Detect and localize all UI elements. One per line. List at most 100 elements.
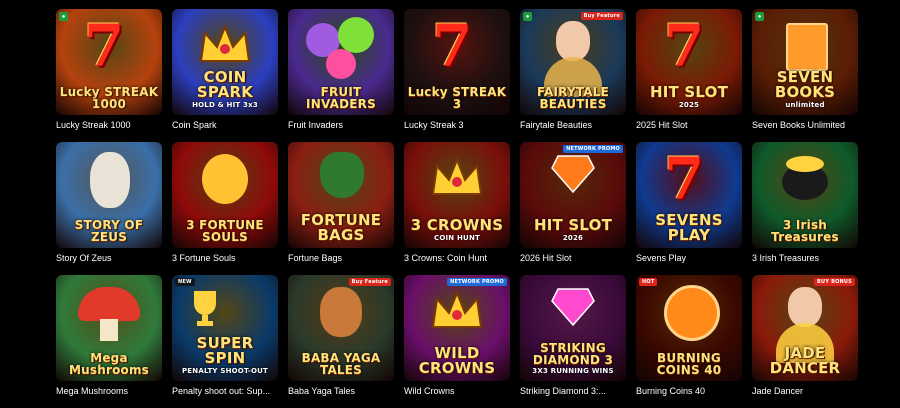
game-logo-subtext: unlimited [785,101,825,109]
game-title[interactable]: Fortune Bags [288,253,394,264]
game-logo-text: STORY OF ZEUS [74,218,144,244]
game-tile[interactable]: 3 FORTUNE SOULS 3 Fortune Souls [172,142,278,275]
game-logo: SUPER SPIN PENALTY SHOOT-OUT [172,336,278,381]
game-logo-text: Lucky STREAK 1000 [59,85,159,111]
coin-icon [664,285,720,341]
game-tile[interactable]: HOT BURNING COINS 40 Burning Coins 40 [636,275,742,408]
game-title[interactable]: 2026 Hit Slot [520,253,626,264]
game-logo: SEVENS PLAY [636,213,742,248]
game-thumbnail[interactable]: FORTUNE BAGS [288,142,394,248]
game-title[interactable]: Striking Diamond 3:... [520,386,626,397]
game-thumbnail[interactable]: 7 ● Lucky STREAK 1000 [56,9,162,115]
game-logo-text: BURNING COINS 40 [656,351,722,377]
game-tile[interactable]: 3 Irish Treasures 3 Irish Treasures [752,142,858,275]
game-thumbnail[interactable]: Buy Feature BABA YAGA TALES [288,275,394,381]
game-title[interactable]: 3 Crowns: Coin Hunt [404,253,510,264]
gold-coins [786,156,824,172]
provider-tag-icon: ● [755,12,764,21]
game-title[interactable]: Wild Crowns [404,386,510,397]
gem-icon [551,155,595,194]
game-title[interactable]: 2025 Hit Slot [636,120,742,131]
game-tile[interactable]: FRUIT INVADERS Fruit Invaders [288,9,394,142]
game-logo-text: Lucky STREAK 3 [407,85,507,111]
game-thumbnail[interactable]: BUY BONUS JADE DANCER [752,275,858,381]
seven-icon: 7 [664,12,705,80]
game-title[interactable]: Coin Spark [172,120,278,131]
game-title[interactable]: Mega Mushrooms [56,386,162,397]
game-title[interactable]: Seven Books Unlimited [752,120,858,131]
game-tile[interactable]: STRIKING DIAMOND 3 3X3 RUNNING WINS Striki… [520,275,626,408]
game-tile[interactable]: FORTUNE BAGS Fortune Bags [288,142,394,275]
game-tile[interactable]: NETWORK PROMO HIT SLOT 2026 2026 Hit Slot [520,142,626,275]
games-grid: 7 ● Lucky STREAK 1000 Lucky Streak 1000 COIN… [56,9,858,408]
game-thumbnail[interactable]: HOT BURNING COINS 40 [636,275,742,381]
game-thumbnail[interactable]: FRUIT INVADERS [288,9,394,115]
game-tile[interactable]: 3 CROWNS COIN HUNT 3 Crowns: Coin Hunt [404,142,510,275]
game-badge: HOT [639,278,658,286]
game-logo-subtext: 3X3 RUNNING WINS [532,367,614,375]
witch-icon [320,287,362,337]
game-tile[interactable]: COIN SPARK HOLD & HIT 3x3 Coin Spark [172,9,278,142]
game-thumbnail[interactable]: STORY OF ZEUS [56,142,162,248]
character-icon [556,21,590,61]
game-thumbnail[interactable]: STRIKING DIAMOND 3 3X3 RUNNING WINS [520,275,626,381]
game-thumbnail[interactable]: NETWORK PROMO WILD CROWNS [404,275,510,381]
game-logo-text: 3 Irish Treasures [771,218,839,244]
game-title[interactable]: Burning Coins 40 [636,386,742,397]
game-logo-text: SEVEN BOOKS [774,68,836,101]
game-thumbnail[interactable]: 3 Irish Treasures [752,142,858,248]
game-logo-text: FAIRYTALE BEAUTIES [536,85,610,111]
game-logo-subtext: PENALTY SHOOT-OUT [181,367,269,375]
game-thumbnail[interactable]: NEW SUPER SPIN PENALTY SHOOT-OUT [172,275,278,381]
game-logo: Mega Mushrooms [56,352,162,381]
provider-tag-icon: ● [523,12,532,21]
game-tile[interactable]: NETWORK PROMO WILD CROWNS Wild Crowns [404,275,510,408]
game-tile[interactable]: BUY BONUS JADE DANCER Jade Dancer [752,275,858,408]
game-logo: STORY OF ZEUS [56,219,162,248]
game-thumbnail[interactable]: 3 CROWNS COIN HUNT [404,142,510,248]
game-tile[interactable]: STORY OF ZEUS Story Of Zeus [56,142,162,275]
game-title[interactable]: Penalty shoot out: Sup... [172,386,278,397]
game-logo: 3 Irish Treasures [752,219,858,248]
game-title[interactable]: Sevens Play [636,253,742,264]
game-logo: FAIRYTALE BEAUTIES [520,86,626,115]
game-tile[interactable]: 7 HIT SLOT 2025 2025 Hit Slot [636,9,742,142]
game-thumbnail[interactable]: NETWORK PROMO HIT SLOT 2026 [520,142,626,248]
game-thumbnail[interactable]: 7 Lucky STREAK 3 [404,9,510,115]
game-title[interactable]: Story Of Zeus [56,253,162,264]
game-thumbnail[interactable]: Buy Feature ● FAIRYTALE BEAUTIES [520,9,626,115]
game-title[interactable]: Jade Dancer [752,386,858,397]
game-title[interactable]: 3 Irish Treasures [752,253,858,264]
game-logo: 3 FORTUNE SOULS [172,219,278,248]
game-tile[interactable]: 7 SEVENS PLAY Sevens Play [636,142,742,275]
game-tile[interactable]: 7 ● Lucky STREAK 1000 Lucky Streak 1000 [56,9,162,142]
game-logo: SEVEN BOOKS unlimited [752,70,858,115]
game-tile[interactable]: NEW SUPER SPIN PENALTY SHOOT-OUT Penalty sh… [172,275,278,408]
money-bag-icon [320,152,364,198]
game-title[interactable]: 3 Fortune Souls [172,253,278,264]
game-logo-text: Mega Mushrooms [68,351,150,377]
game-thumbnail[interactable]: Mega Mushrooms [56,275,162,381]
game-tile[interactable]: Buy Feature BABA YAGA TALES Baba Yaga Tale… [288,275,394,408]
game-logo-text: WILD CROWNS [418,344,496,377]
game-thumbnail[interactable]: 3 FORTUNE SOULS [172,142,278,248]
game-thumbnail[interactable]: ● SEVEN BOOKS unlimited [752,9,858,115]
game-title[interactable]: Fruit Invaders [288,120,394,131]
monster-icon [326,49,356,79]
zeus-icon [90,152,130,208]
game-logo-text: SEVENS PLAY [655,211,723,244]
game-thumbnail[interactable]: 7 HIT SLOT 2025 [636,9,742,115]
game-title[interactable]: Fairytale Beauties [520,120,626,131]
monster-icon [338,17,374,53]
game-tile[interactable]: Mega Mushrooms Mega Mushrooms [56,275,162,408]
game-title[interactable]: Baba Yaga Tales [288,386,394,397]
game-tile[interactable]: ● SEVEN BOOKS unlimited Seven Books Unlimit… [752,9,858,142]
game-tile[interactable]: 7 Lucky STREAK 3 Lucky Streak 3 [404,9,510,142]
game-thumbnail[interactable]: COIN SPARK HOLD & HIT 3x3 [172,9,278,115]
game-logo: HIT SLOT 2025 [636,85,742,115]
seven-icon: 7 [664,145,705,213]
game-tile[interactable]: Buy Feature ● FAIRYTALE BEAUTIES Fairytale … [520,9,626,142]
game-title[interactable]: Lucky Streak 1000 [56,120,162,131]
game-title[interactable]: Lucky Streak 3 [404,120,510,131]
game-thumbnail[interactable]: 7 SEVENS PLAY [636,142,742,248]
